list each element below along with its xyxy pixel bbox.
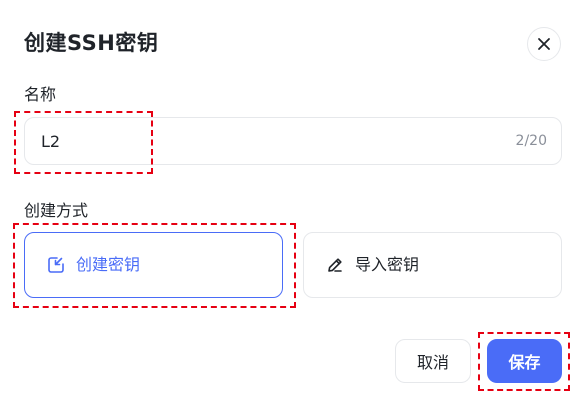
- dialog-title: 创建SSH密钥: [24, 31, 159, 55]
- pencil-icon: [325, 255, 345, 275]
- creation-method-label: 创建方式: [24, 201, 89, 220]
- create-ssh-key-dialog: 创建SSH密钥 名称 2/20 创建方式 创建密钥 导入密钥 取消 保存: [0, 0, 586, 406]
- name-input[interactable]: [25, 118, 495, 164]
- char-count: 2/20: [515, 133, 547, 149]
- create-key-option[interactable]: 创建密钥: [24, 232, 283, 298]
- import-key-option[interactable]: 导入密钥: [303, 232, 562, 298]
- name-label: 名称: [24, 85, 57, 104]
- create-key-label: 创建密钥: [76, 255, 141, 274]
- close-icon: [538, 38, 550, 50]
- close-button[interactable]: [527, 27, 561, 61]
- cancel-button[interactable]: 取消: [395, 339, 471, 383]
- create-key-icon: [46, 255, 66, 275]
- name-input-wrapper: 2/20: [24, 117, 562, 165]
- import-key-label: 导入密钥: [355, 255, 420, 274]
- save-button[interactable]: 保存: [487, 339, 562, 383]
